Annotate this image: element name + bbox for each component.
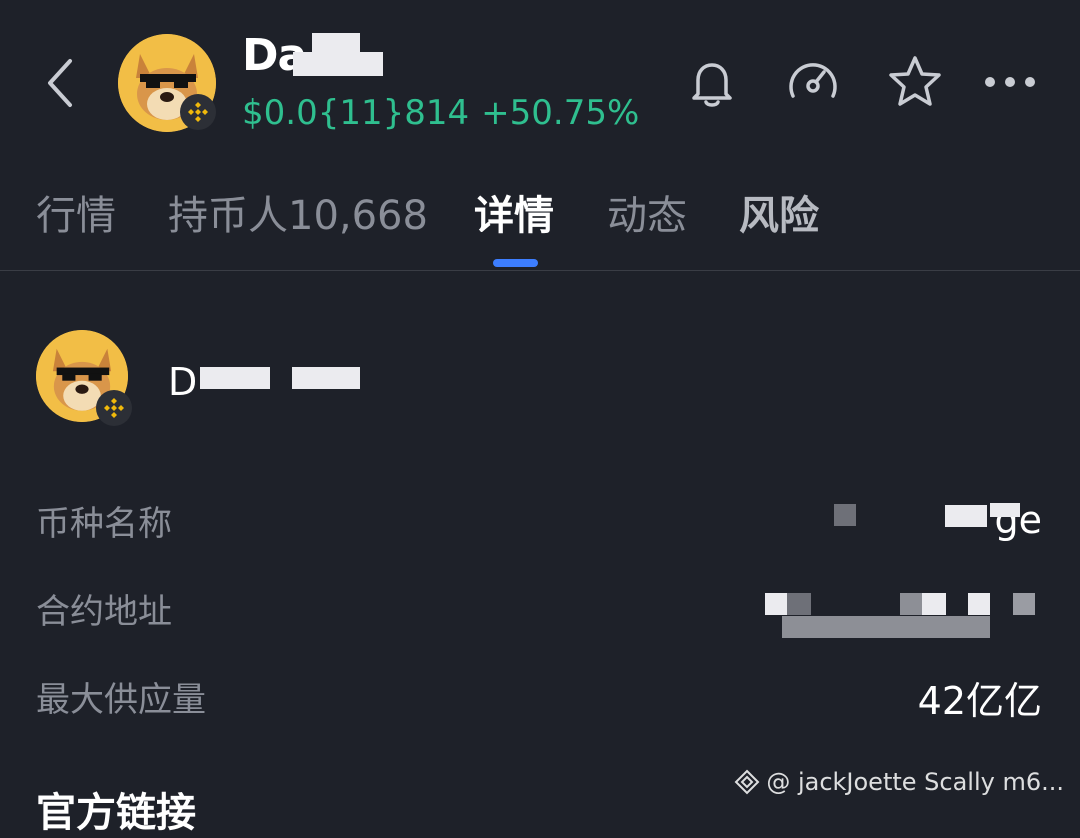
active-tab-indicator bbox=[493, 259, 538, 267]
redaction-block bbox=[922, 593, 946, 615]
alert-button[interactable] bbox=[682, 52, 742, 112]
bnb-chain-badge bbox=[180, 94, 216, 130]
speedometer-icon bbox=[789, 63, 837, 98]
redaction-block bbox=[292, 367, 360, 389]
tab-market[interactable]: 行情 bbox=[36, 183, 116, 241]
redaction-block bbox=[787, 593, 811, 615]
redaction-block bbox=[765, 593, 787, 615]
back-button[interactable] bbox=[40, 55, 80, 111]
tab-bar: 行情 持币人10,668 详情 动态 风险 bbox=[0, 175, 1080, 271]
tab-activity[interactable]: 动态 bbox=[607, 183, 687, 241]
info-value-supply: 42亿亿 bbox=[917, 679, 1042, 723]
redaction-block bbox=[1013, 593, 1035, 615]
redaction-block bbox=[834, 504, 856, 526]
more-button[interactable] bbox=[980, 52, 1040, 112]
bnb-icon bbox=[104, 398, 124, 418]
more-icon bbox=[985, 77, 1035, 87]
bnb-icon bbox=[188, 102, 208, 122]
info-label-supply: 最大供应量 bbox=[36, 680, 206, 720]
tab-risk[interactable]: 风险 bbox=[739, 183, 819, 241]
info-label-contract: 合约地址 bbox=[36, 592, 172, 632]
back-icon bbox=[48, 59, 72, 107]
favorite-button[interactable] bbox=[885, 52, 945, 112]
binance-icon bbox=[734, 769, 760, 795]
price-change: +50.75% bbox=[481, 93, 640, 133]
bnb-chain-badge bbox=[96, 390, 132, 426]
token-header: Da $0.0{11}814 +50.75% bbox=[0, 0, 1080, 165]
redaction-block bbox=[312, 33, 360, 57]
price-line: $0.0{11}814 +50.75% bbox=[242, 93, 651, 133]
redaction-block bbox=[990, 503, 1020, 517]
speed-button[interactable] bbox=[783, 52, 843, 112]
tab-holders[interactable]: 持币人10,668 bbox=[168, 183, 428, 241]
token-full-name: D bbox=[168, 360, 198, 404]
redaction-block bbox=[782, 616, 990, 638]
official-links-title: 官方链接 bbox=[36, 790, 196, 836]
watermark-text: @ jackJoette Scally m6... bbox=[766, 768, 1064, 796]
redaction-block bbox=[968, 593, 990, 615]
token-price: $0.0{11}814 bbox=[242, 93, 470, 133]
watermark: @ jackJoette Scally m6... bbox=[734, 768, 1064, 796]
redaction-block bbox=[945, 505, 987, 527]
redaction-block bbox=[900, 593, 922, 615]
tab-details[interactable]: 详情 bbox=[474, 183, 554, 241]
bell-icon bbox=[692, 63, 732, 107]
info-label-name: 币种名称 bbox=[36, 504, 172, 544]
star-icon bbox=[889, 56, 941, 106]
redaction-block bbox=[200, 367, 270, 389]
